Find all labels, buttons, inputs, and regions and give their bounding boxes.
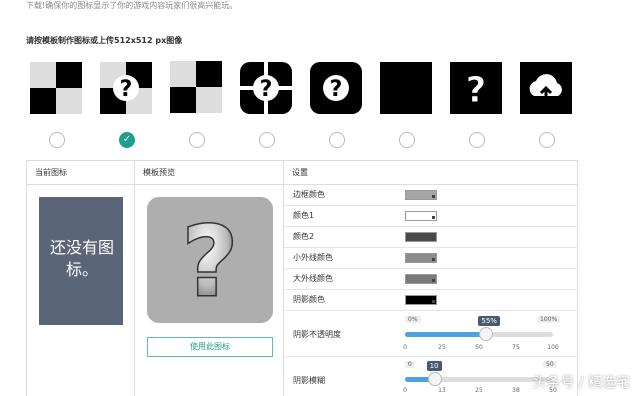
slider-max-label: 100% [537,316,561,323]
use-this-icon-button[interactable]: 使用此图标 [147,337,273,357]
watermark: 头条号 / 精选宅 [532,375,630,391]
slider-tick-label: 25 [475,387,483,394]
slider-ticks: 0 13 25 38 50 [403,387,557,396]
section-title: 请按模板制作图标或上传512x512 px图像 [26,36,183,45]
shadow-opacity-label: 阴影不透明度 [293,330,341,339]
column-divider [134,161,135,396]
setting-label: 大外线颜色 [293,274,333,283]
template-radio-2[interactable]: ✓ [119,132,135,148]
slider-tick-label: 0 [403,387,407,394]
template-picker: ? ✓ ? ? ? [28,61,588,152]
setting-row: 大外线颜色 [284,269,578,290]
template-radio-8[interactable] [539,132,555,148]
setting-row: 边框颜色 [284,185,578,206]
border-color-swatch[interactable] [405,190,437,200]
svg-text:?: ? [330,77,343,102]
slider-value-badge: 55% [478,316,500,326]
icon-editor-panel: 当前图标 模板预览 设置 还没有图标。 ? 使用此图标 边框颜色 颜色1 颜色2… [26,160,578,396]
svg-text:?: ? [182,206,238,318]
setting-label: 阴影颜色 [293,295,325,304]
setting-row: 小外线颜色 [284,248,578,269]
shadow-color-swatch[interactable] [405,295,437,305]
template-radio-5[interactable] [329,132,345,148]
template-option-8[interactable] [520,62,574,152]
slider-tick-label: 13 [438,387,446,394]
checker-question-icon[interactable]: ? [100,62,152,114]
cross-question-icon[interactable]: ? [240,62,292,114]
template-option-1[interactable] [30,62,84,152]
setting-label: 颜色1 [293,211,315,220]
template-radio-1[interactable] [49,132,65,148]
small-outline-color-swatch[interactable] [405,253,437,263]
color2-swatch[interactable] [405,232,437,242]
current-icon-header: 当前图标 [27,161,135,185]
slider-tick-label: 50 [475,344,483,351]
checker-quad-icon[interactable] [30,62,82,114]
svg-text:?: ? [120,77,133,102]
slider-max-label: 50 [543,361,557,368]
color1-swatch[interactable] [405,211,437,221]
slider-tick-label: 75 [512,344,520,351]
slider-handle[interactable] [427,372,442,386]
slider-tick-label: 38 [512,387,520,394]
template-radio-6[interactable] [399,132,415,148]
black-square-icon[interactable] [380,62,432,114]
template-preview: ? [147,197,273,323]
template-option-5[interactable]: ? [310,62,364,152]
rounded-question-icon[interactable]: ? [310,62,362,114]
slider-handle[interactable] [479,327,494,341]
template-option-7[interactable]: ? [450,62,504,152]
slider-tick-label: 0 [403,344,407,351]
shadow-opacity-slider[interactable] [405,327,553,341]
slider-fill [405,332,487,337]
template-radio-3[interactable] [189,132,205,148]
cloud-upload-icon[interactable] [520,62,572,114]
slider-min-label: 0% [405,316,421,323]
shadow-opacity-row: 阴影不透明度 0% 100% 55% 0 25 50 75 100 [284,311,578,357]
checker-tall-icon[interactable] [170,58,222,116]
template-option-4[interactable]: ? [240,62,294,152]
settings-header: 设置 [284,161,578,185]
download-note: 下载!确保你的图标显示了你的游戏内容玩家们很高兴能玩。 [26,1,238,10]
current-icon-placeholder: 还没有图标。 [39,197,123,325]
slider-tick-label: 25 [438,344,446,351]
template-radio-4[interactable] [259,132,275,148]
template-radio-7[interactable] [469,132,485,148]
svg-text:?: ? [466,70,487,111]
slider-tick-label: 100 [547,344,559,351]
setting-row: 颜色1 [284,206,578,227]
setting-row: 阴影颜色 [284,290,578,311]
slider-ticks: 0 25 50 75 100 [403,344,559,356]
large-outline-color-swatch[interactable] [405,274,437,284]
question-mark-preview-icon: ? [181,205,240,320]
template-option-6[interactable] [380,62,434,152]
template-preview-header: 模板预览 [135,161,284,185]
slider-min-label: 0 [405,361,415,368]
setting-row: 颜色2 [284,227,578,248]
setting-label: 小外线颜色 [293,253,333,262]
setting-label: 边框颜色 [293,190,325,199]
slider-value-badge: 10 [426,361,442,371]
template-option-3[interactable] [170,61,224,152]
square-question-icon[interactable]: ? [450,62,502,114]
svg-text:?: ? [260,77,273,102]
setting-label: 颜色2 [293,232,315,241]
shadow-blur-slider[interactable] [405,372,553,386]
template-option-2[interactable]: ? ✓ [100,62,154,152]
shadow-blur-label: 阴影模糊 [293,376,325,385]
